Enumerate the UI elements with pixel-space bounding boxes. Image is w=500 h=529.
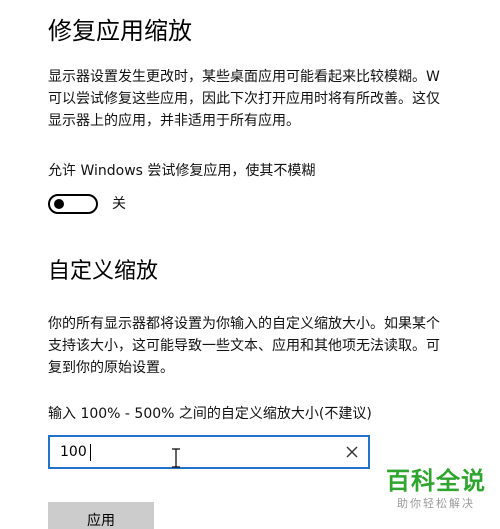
fix-apps-toggle[interactable]	[48, 194, 98, 214]
custom-scaling-description-line: 你的所有显示器都将设置为你输入的自定义缩放大小。如果某个	[48, 316, 440, 332]
watermark-subtitle: 助你轻松解决	[397, 497, 475, 510]
toggle-state-text: 关	[112, 196, 126, 212]
clear-input-button[interactable]	[342, 442, 362, 462]
custom-scaling-input-label: 输入 100% - 500% 之间的自定义缩放大小(不建议)	[48, 406, 372, 422]
close-icon	[346, 446, 358, 458]
ibeam-cursor-icon	[172, 448, 180, 468]
fix-scaling-description-line: 显示器上的应用，并非适用于所有应用。	[48, 113, 300, 129]
custom-scaling-input-box[interactable]	[48, 435, 370, 469]
custom-scaling-description-line: 支持该大小，这可能导致一些文本、应用和其他项无法读取。可	[48, 338, 440, 354]
fix-scaling-description: 显示器设置发生更改时，某些桌面应用可能看起来比较模糊。W 可以尝试修复这些应用，…	[48, 66, 440, 132]
fix-scaling-description-line: 可以尝试修复这些应用，因此下次打开应用时将有所改善。这仅	[48, 91, 440, 107]
toggle-knob	[54, 199, 64, 209]
custom-scaling-input[interactable]	[60, 441, 330, 463]
fix-apps-toggle-label: 允许 Windows 尝试修复应用，使其不模糊	[48, 163, 316, 179]
display-settings-page: 修复应用缩放 显示器设置发生更改时，某些桌面应用可能看起来比较模糊。W 可以尝试…	[0, 0, 500, 529]
custom-scaling-title: 自定义缩放	[48, 259, 159, 284]
custom-scaling-description: 你的所有显示器都将设置为你输入的自定义缩放大小。如果某个 支持该大小，这可能导致…	[48, 313, 440, 379]
fix-scaling-description-line: 显示器设置发生更改时，某些桌面应用可能看起来比较模糊。W	[48, 69, 440, 85]
custom-scaling-description-line: 复到你的原始设置。	[48, 360, 174, 376]
watermark-logo: 百科全说 助你轻松解决	[376, 466, 496, 512]
apply-button[interactable]: 应用	[48, 502, 154, 529]
text-caret	[90, 444, 91, 461]
fix-scaling-title: 修复应用缩放	[48, 17, 192, 45]
watermark-title: 百科全说	[386, 467, 486, 495]
